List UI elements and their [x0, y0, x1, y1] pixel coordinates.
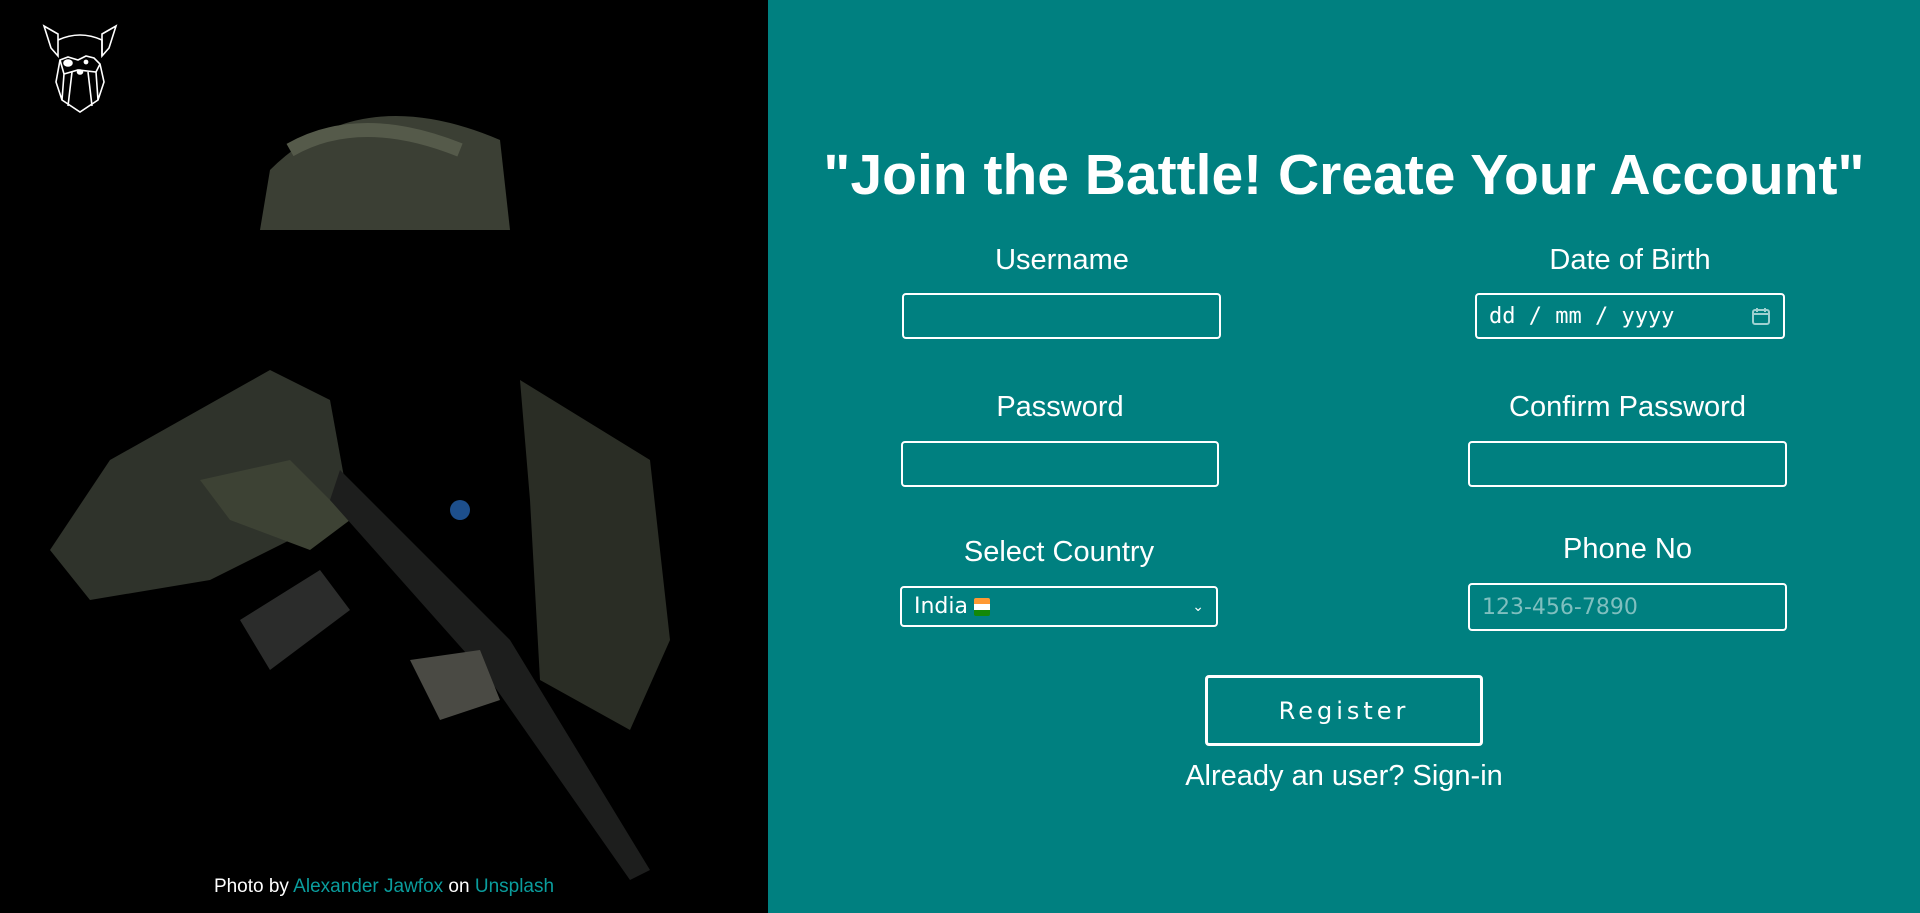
author-link[interactable]: Alexander Jawfox	[293, 876, 443, 897]
soldier-photo	[50, 116, 670, 880]
country-label: Select Country	[963, 536, 1155, 568]
calendar-icon[interactable]	[1751, 306, 1771, 326]
credit-on: on	[448, 876, 470, 897]
photo-credit: Photo by Alexander Jawfox on Unsplash	[0, 876, 768, 898]
confirm-password-label: Confirm Password	[1509, 391, 1746, 423]
dob-input[interactable]: dd / mm / yyyy	[1475, 293, 1785, 339]
password-input[interactable]	[901, 441, 1219, 487]
chevron-down-icon: ⌄	[1192, 598, 1204, 615]
country-value: India	[914, 594, 968, 619]
photo-panel: Photo by Alexander Jawfox on Unsplash	[0, 0, 768, 913]
credit-prefix: Photo by	[213, 876, 289, 897]
unsplash-link[interactable]: Unsplash	[475, 876, 554, 897]
username-label: Username	[995, 244, 1129, 276]
india-flag-icon	[974, 597, 990, 616]
country-select[interactable]: India ⌄	[900, 586, 1218, 627]
confirm-password-input[interactable]	[1468, 441, 1787, 487]
phone-input[interactable]	[1468, 583, 1787, 631]
dob-label: Date of Birth	[1549, 244, 1711, 276]
register-button[interactable]: Register	[1205, 675, 1483, 746]
register-panel: "Join the Battle! Create Your Account" U…	[768, 0, 1920, 913]
username-input[interactable]	[902, 293, 1221, 339]
phone-label: Phone No	[1563, 533, 1692, 565]
signin-link[interactable]: Already an user? Sign-in	[768, 760, 1920, 793]
page-title: "Join the Battle! Create Your Account"	[823, 143, 1865, 207]
password-label: Password	[996, 391, 1124, 423]
dob-placeholder: dd / mm / yyyy	[1489, 303, 1675, 329]
